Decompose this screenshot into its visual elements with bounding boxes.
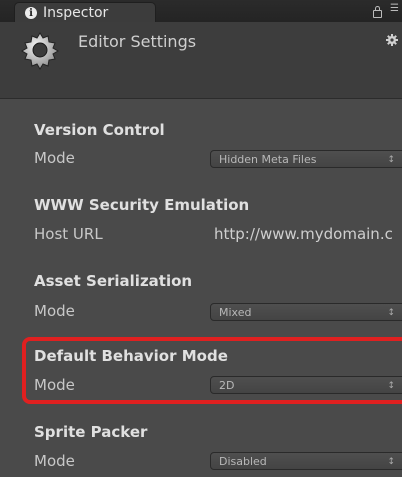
tab-bar-icons: ☰ <box>373 4 402 18</box>
default-behavior-mode-dropdown[interactable]: 2D ↕ <box>210 376 402 394</box>
version-control-mode-dropdown[interactable]: Hidden Meta Files ↕ <box>210 150 402 168</box>
tab-inspector[interactable]: i Inspector <box>14 2 156 23</box>
dropdown-arrow-icon: ↕ <box>387 155 395 165</box>
sprite-packer-mode-dropdown[interactable]: Disabled ↕ <box>210 452 402 470</box>
dropdown-value: Hidden Meta Files <box>219 153 317 166</box>
section-title-asset-serialization: Asset Serialization <box>34 272 193 290</box>
info-icon: i <box>25 7 37 19</box>
dropdown-value: Mixed <box>219 306 252 319</box>
tab-menu-icon[interactable]: ☰ <box>390 4 402 14</box>
header-title: Editor Settings <box>78 32 197 51</box>
gear-icon <box>21 32 59 70</box>
dropdown-arrow-icon: ↕ <box>387 457 395 467</box>
host-url-label: Host URL <box>34 225 103 243</box>
section-title-www-security: WWW Security Emulation <box>34 196 250 214</box>
section-title-default-behavior: Default Behavior Mode <box>34 347 228 365</box>
section-title-version-control: Version Control <box>34 121 165 139</box>
settings-gear-icon[interactable] <box>386 34 398 46</box>
dropdown-value: 2D <box>219 379 235 392</box>
inspector-header: Editor Settings <box>0 22 402 99</box>
default-behavior-mode-label: Mode <box>34 376 75 394</box>
host-url-field[interactable]: http://www.mydomain.c <box>210 223 402 245</box>
version-control-mode-label: Mode <box>34 149 75 167</box>
lock-icon[interactable] <box>373 6 382 18</box>
section-title-sprite-packer: Sprite Packer <box>34 423 148 441</box>
asset-serialization-mode-dropdown[interactable]: Mixed ↕ <box>210 303 402 321</box>
tab-label: Inspector <box>43 5 109 21</box>
sprite-packer-mode-label: Mode <box>34 452 75 470</box>
dropdown-arrow-icon: ↕ <box>387 308 395 318</box>
dropdown-value: Disabled <box>219 455 267 468</box>
tab-bar: i Inspector ☰ <box>0 0 402 23</box>
dropdown-arrow-icon: ↕ <box>387 381 395 391</box>
asset-serialization-mode-label: Mode <box>34 302 75 320</box>
